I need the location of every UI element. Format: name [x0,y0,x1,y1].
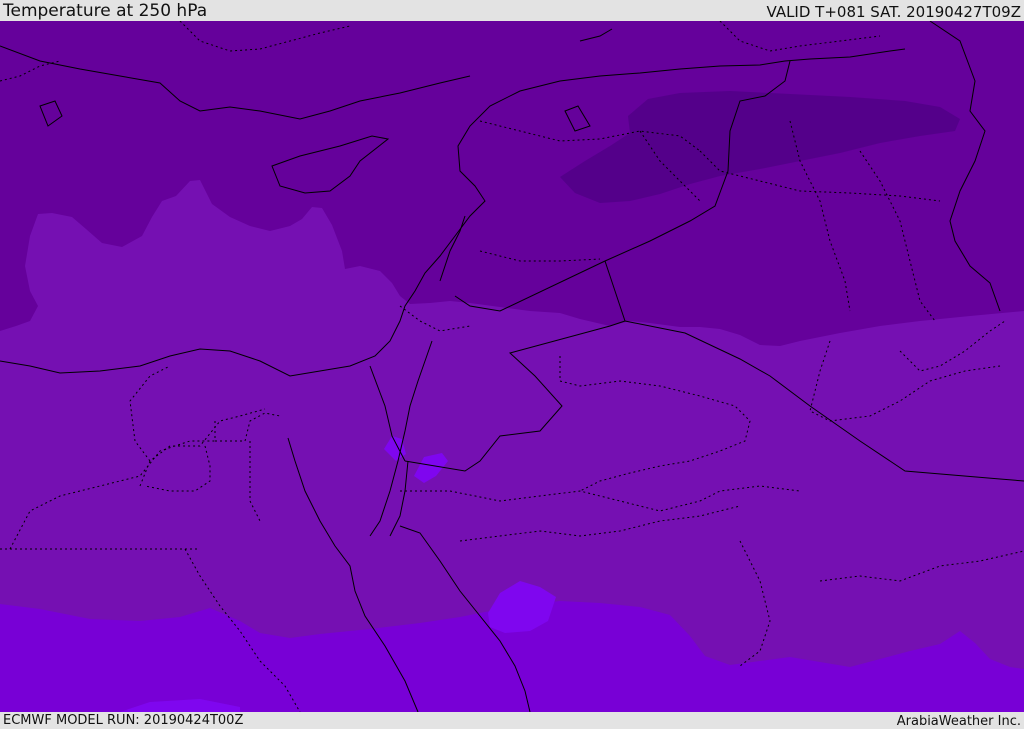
credit-label: ArabiaWeather Inc. [896,714,1021,729]
temperature-map-svg [0,21,1024,712]
header-bar: Temperature at 250 hPa VALID T+081 SAT. … [0,0,1024,21]
model-run-label: ECMWF MODEL RUN: 20190424T00Z [3,713,244,728]
valid-time-label: VALID T+081 SAT. 20190427T09Z [766,3,1021,21]
weather-map[interactable] [0,21,1024,712]
footer-bar: ECMWF MODEL RUN: 20190424T00Z ArabiaWeat… [0,712,1024,729]
map-title: Temperature at 250 hPa [3,1,208,21]
